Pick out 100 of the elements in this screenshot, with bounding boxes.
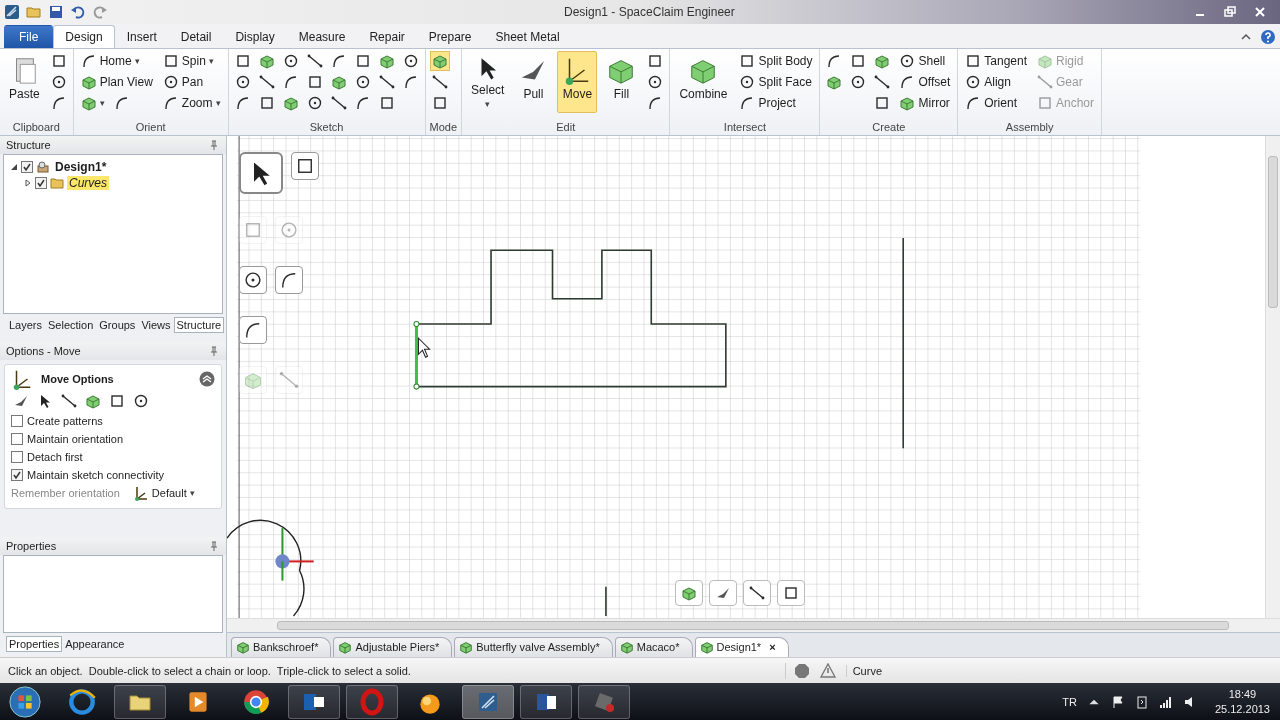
circle-icon [133,393,149,409]
restore-icon[interactable] [1222,4,1238,20]
design-icon [36,160,50,174]
panel-tab[interactable]: Structure [173,317,225,333]
ribbon-button[interactable]: Split Body [736,51,816,71]
document-tab[interactable]: Butterfly valve Assembly* [454,637,613,657]
option-label: Detach first [27,451,83,463]
clock-time[interactable]: 18:49 [1228,686,1257,702]
spaceclaim-icon[interactable] [462,684,514,719]
language-indicator[interactable]: TR [1062,695,1077,708]
axis-triad-drawing[interactable] [227,519,314,617]
sketch-line[interactable] [605,585,607,617]
panel-tab[interactable]: Groups [96,317,139,333]
selection-mode[interactable]: Curve [845,664,912,677]
ribbon-button[interactable]: Align [962,72,1030,92]
panel-tab[interactable]: Appearance [62,636,128,652]
ribbon-tab[interactable]: Design [53,25,115,48]
curve-icon[interactable] [275,266,303,294]
checkbox[interactable] [11,451,23,463]
checkbox[interactable] [11,415,23,427]
clock-date[interactable]: 25.12.2013 [1214,701,1270,717]
pin-icon[interactable] [210,541,218,551]
ribbon-tab[interactable]: Detail [168,25,224,48]
ribbon-button[interactable]: Mirror [896,93,954,113]
opera-icon[interactable] [346,684,398,719]
checkbox[interactable] [11,433,23,445]
ribbon-button[interactable]: Tangent [962,51,1030,71]
checkbox[interactable] [35,177,47,189]
document-tab[interactable]: Design1* × [694,637,789,657]
ribbon-button[interactable]: Shell [896,51,954,71]
square-icon[interactable] [291,152,319,180]
panel-tab[interactable]: Selection [45,317,97,333]
flag-icon[interactable] [1110,694,1125,709]
start-button-icon[interactable] [8,684,42,719]
cursor-icon[interactable] [239,152,283,194]
folder-icon [50,176,64,190]
signal-icon[interactable] [1158,694,1173,709]
ribbon-button[interactable]: Spin ▾ [159,51,224,71]
panel-title: Options - Move [6,345,81,357]
ribbon-button[interactable]: Offset [896,72,954,92]
checkbox[interactable] [11,469,23,481]
ribbon-button[interactable]: Home ▾ [77,51,156,71]
collapse-icon[interactable] [199,371,215,387]
ribbon-button[interactable]: Zoom ▾ [159,93,224,113]
folder-icon[interactable] [114,684,166,719]
selected-edge[interactable] [413,320,420,390]
cube-icon [899,95,916,111]
ribbon-tab[interactable]: Insert [114,25,169,48]
ribbon-tab[interactable]: Repair [357,25,417,48]
expander-icon[interactable] [10,163,18,171]
stop-icon[interactable] [793,662,810,679]
ribbon-button[interactable]: Project [736,93,816,113]
ribbon-button[interactable]: Move [557,51,598,113]
ribbon-tab[interactable]: Measure [286,25,358,48]
orientation-dropdown[interactable]: Default ▾ [131,484,196,502]
cube-icon [459,640,474,654]
panel-tab[interactable]: Layers [6,317,46,333]
horizontal-scrollbar[interactable] [227,618,1280,632]
cube-icon[interactable] [429,51,450,71]
ribbon-button[interactable]: Plan View [77,72,156,92]
panel-tab[interactable]: Views [138,317,174,333]
word-icon[interactable] [520,684,572,719]
ribbon-tab[interactable]: Display [223,25,287,48]
mail-icon[interactable] [288,684,340,719]
pin-icon[interactable] [210,346,218,356]
tree-item[interactable]: Curves [67,176,109,190]
panel-tab[interactable]: Properties [6,636,63,652]
checkbox[interactable] [21,161,33,173]
save-icon[interactable] [48,4,64,20]
undo-icon[interactable] [70,4,86,20]
square-icon[interactable] [777,580,805,606]
view-dropdown-button[interactable]: ▾ [77,93,108,113]
cube-icon [338,640,353,654]
group-label: Intersect [722,120,768,135]
ribbon-button[interactable]: Paste [4,51,45,113]
app-icon[interactable] [578,684,630,719]
ribbon-button[interactable]: Combine [674,51,733,113]
ribbon-button[interactable]: Orient [962,93,1030,113]
ribbon-tab[interactable]: Sheet Metal [483,25,572,48]
ribbon-button[interactable]: Pull [513,51,554,113]
ribbon-tab[interactable]: Prepare [416,25,484,48]
pin-icon[interactable] [210,140,218,150]
document-tab[interactable]: Macaco* [614,637,693,657]
ribbon-button[interactable]: Pan [159,72,224,92]
curve-icon[interactable] [239,316,267,344]
pull-icon[interactable] [709,580,737,606]
power-icon[interactable] [1134,694,1149,709]
tree-item[interactable]: Design1* [53,160,109,174]
sketch-line[interactable] [902,237,904,450]
expander-icon[interactable] [24,179,32,187]
warning-icon[interactable] [819,662,836,679]
cube-icon[interactable] [675,580,703,606]
help-icon[interactable] [1260,29,1276,45]
ribbon-button[interactable]: Fill [601,51,642,113]
ribbon-tab[interactable]: File [4,25,54,48]
document-tab[interactable]: Adjustable Piers* [333,637,453,657]
vertical-scrollbar[interactable] [1265,136,1280,618]
ribbon-button[interactable]: Split Face [736,72,816,92]
ribbon-button[interactable]: Select ▾ [466,51,510,113]
document-tab[interactable]: Bankschroef* [231,637,332,657]
